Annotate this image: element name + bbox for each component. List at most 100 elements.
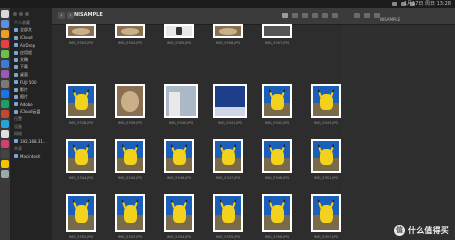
finder-main: ‹ › NISAMPLE IMG_5303.JPG IMG_5304.JPG IMG…: [52, 8, 352, 240]
sidebar-item-icon: [14, 80, 18, 85]
file-thumbnail: [66, 194, 96, 232]
sidebar-item[interactable]: 全部文: [14, 27, 32, 33]
sidebar-item[interactable]: FUJI 500: [14, 79, 37, 85]
file-thumbnail: [213, 194, 243, 232]
sidebar-item[interactable]: AirDrop: [14, 42, 35, 48]
sidebar-item[interactable]: 应用程: [14, 50, 32, 56]
sidebar-item-label: Adobe: [20, 101, 33, 107]
wifi-icon[interactable]: [392, 2, 397, 6]
window-title: NISAMPLE: [74, 12, 103, 18]
file-thumbnail: [311, 139, 341, 173]
safari-icon[interactable]: [1, 20, 9, 28]
file-name: IMG_5354.JPG: [166, 235, 192, 239]
sidebar-item-label: Macintosh: [20, 153, 41, 159]
folder-icon[interactable]: [1, 160, 9, 168]
menubar-clock[interactable]: 1月17日 周日 13:28: [404, 0, 451, 8]
zoom-button[interactable]: [25, 12, 29, 16]
file-thumbnail: [213, 139, 243, 173]
sidebar-item-icon: [14, 35, 18, 40]
sidebar-item[interactable]: 共享: [14, 146, 22, 152]
trash-icon[interactable]: [1, 170, 9, 178]
sidebar-item[interactable]: 网络: [14, 131, 22, 137]
sidebar-item[interactable]: 个人收藏: [14, 20, 30, 26]
terminal-icon[interactable]: [1, 150, 9, 158]
file-thumbnail: [115, 139, 145, 173]
action-icon[interactable]: [364, 13, 370, 18]
file-name: IMG_5340.JPG: [168, 121, 194, 125]
sidebar-item[interactable]: 文稿: [14, 57, 28, 63]
itunes-icon[interactable]: [1, 140, 9, 148]
gallery-view-icon[interactable]: [312, 13, 318, 18]
file-name: IMG_5345.JPG: [117, 176, 143, 180]
file-name: IMG_5353.JPG: [117, 235, 143, 239]
sidebar-item[interactable]: 图片: [14, 94, 28, 100]
sidebar-item[interactable]: 192.168.31...: [14, 138, 47, 144]
sidebar-item[interactable]: iCloud云盘: [14, 109, 41, 115]
sidebar-item-label: FUJI 500: [20, 79, 37, 85]
file-name: IMG_5338.JPG: [68, 121, 94, 125]
forward-button[interactable]: ›: [67, 12, 74, 19]
sidebar-item[interactable]: 位置: [14, 116, 22, 122]
sidebar-item-label: 桌面: [20, 71, 28, 77]
sidebar-item[interactable]: 桌面: [14, 72, 28, 78]
sidebar-item-icon: [14, 154, 18, 159]
tag-icon[interactable]: [354, 13, 360, 18]
file-name: IMG_5348.JPG: [264, 176, 290, 180]
file-name: IMG_5355.JPG: [215, 235, 241, 239]
sidebar-item-icon: [14, 95, 18, 99]
sidebar-item[interactable]: Adobe: [14, 101, 33, 107]
sidebar-item-icon: [14, 43, 18, 48]
messages-icon[interactable]: [1, 50, 9, 58]
secondary-toolbar: NISAMPLE: [342, 8, 455, 25]
sidebar-item-label: 位置: [14, 116, 22, 122]
file-thumbnail: [115, 24, 145, 38]
sidebar-item[interactable]: 下载: [14, 64, 28, 70]
sidebar-item-label: 图片: [20, 94, 28, 99]
file-thumbnail: [164, 84, 198, 118]
file-thumbnail: [262, 194, 292, 232]
back-button[interactable]: ‹: [58, 12, 65, 19]
sidebar-item[interactable]: iCloud: [14, 35, 33, 41]
sidebar-item-label: 192.168.31...: [20, 138, 47, 144]
sidebar-item-icon: [14, 139, 18, 144]
file-thumbnail: [213, 84, 247, 118]
icon-view-icon[interactable]: [282, 13, 288, 18]
settings-icon[interactable]: [1, 80, 9, 88]
photoshop-icon[interactable]: [1, 120, 9, 128]
notes-icon[interactable]: [1, 130, 9, 138]
file-thumbnail: [262, 84, 292, 118]
wechat-icon[interactable]: [1, 100, 9, 108]
column-view-icon[interactable]: [302, 13, 308, 18]
appstore-icon[interactable]: [1, 60, 9, 68]
sidebar-item-icon: [14, 50, 18, 55]
finder-icon[interactable]: [1, 10, 9, 18]
sidebar-item-label: iCloud云盘: [20, 108, 41, 114]
close-button[interactable]: [13, 12, 17, 16]
minimize-button[interactable]: [19, 12, 23, 16]
file-thumbnail: [115, 194, 145, 232]
sidebar-item[interactable]: Macintosh: [14, 153, 40, 159]
nav-buttons: ‹ ›: [58, 12, 74, 19]
share-icon[interactable]: [332, 13, 338, 18]
music-icon[interactable]: [1, 70, 9, 78]
sidebar-item[interactable]: 设备: [14, 124, 22, 130]
sidebar-item-label: 网络: [14, 131, 22, 136]
chrome-icon[interactable]: [1, 90, 9, 98]
photos-icon[interactable]: [1, 30, 9, 38]
file-thumbnail: [262, 139, 292, 173]
file-thumbnail: [66, 84, 96, 118]
file-name: IMG_5352.JPG: [68, 235, 94, 239]
file-thumbnail: [66, 24, 96, 38]
sidebar-item-label: 下载: [20, 64, 28, 70]
file-name: IMG_5346.JPG: [166, 176, 192, 180]
file-name: IMG_5356.JPG: [264, 235, 290, 239]
file-thumbnail: [115, 84, 145, 118]
sidebar-item-icon: [14, 58, 18, 62]
calendar-icon[interactable]: [1, 40, 9, 48]
file-name: IMG_5344.JPG: [68, 176, 94, 180]
list-view-icon[interactable]: [292, 13, 298, 18]
sidebar-item[interactable]: 影片: [14, 87, 28, 93]
group-icon[interactable]: [322, 13, 328, 18]
file-name: IMG_5341.JPG: [217, 121, 243, 125]
lightroom-icon[interactable]: [1, 110, 9, 118]
